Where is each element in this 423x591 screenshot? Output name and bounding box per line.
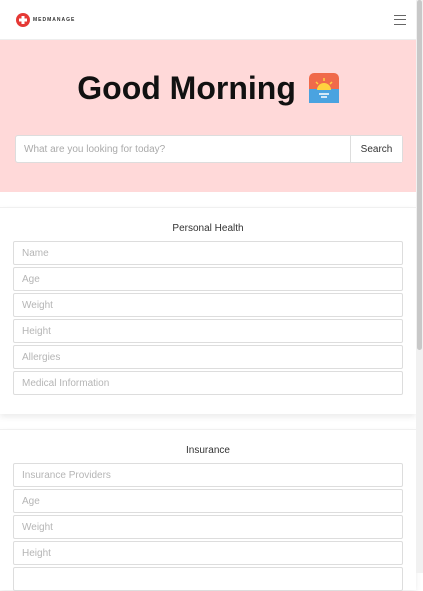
insurance-extra-field[interactable] xyxy=(13,567,403,591)
personal-health-card: Personal Health xyxy=(0,207,416,414)
age-field[interactable] xyxy=(13,267,403,291)
medical-information-field[interactable] xyxy=(13,371,403,395)
hero-section: Good Morning Search xyxy=(0,40,416,192)
scrollbar-thumb[interactable] xyxy=(417,0,422,350)
insurance-title: Insurance xyxy=(186,445,230,456)
medical-cross-logo-icon xyxy=(16,12,30,27)
insurance-height-field[interactable] xyxy=(13,541,403,565)
top-navbar: MEDMANAGE xyxy=(0,0,416,40)
search-bar: Search xyxy=(15,135,403,163)
height-field[interactable] xyxy=(13,319,403,343)
insurance-providers-field[interactable] xyxy=(13,463,403,487)
insurance-weight-field[interactable] xyxy=(13,515,403,539)
insurance-age-field[interactable] xyxy=(13,489,403,513)
weight-field[interactable] xyxy=(13,293,403,317)
insurance-card: Insurance xyxy=(0,429,416,591)
brand[interactable]: MEDMANAGE xyxy=(16,12,76,27)
page-scrollbar[interactable] xyxy=(416,0,423,573)
personal-health-title: Personal Health xyxy=(172,223,244,234)
name-field[interactable] xyxy=(13,241,403,265)
hamburger-menu-icon[interactable] xyxy=(394,14,406,25)
allergies-field[interactable] xyxy=(13,345,403,369)
greeting-text: Good Morning xyxy=(77,70,296,106)
sunrise-icon xyxy=(308,73,339,103)
greeting-heading: Good Morning xyxy=(0,70,416,107)
search-button[interactable]: Search xyxy=(350,136,402,162)
brand-name: MEDMANAGE xyxy=(33,16,76,23)
search-input[interactable] xyxy=(16,136,350,162)
